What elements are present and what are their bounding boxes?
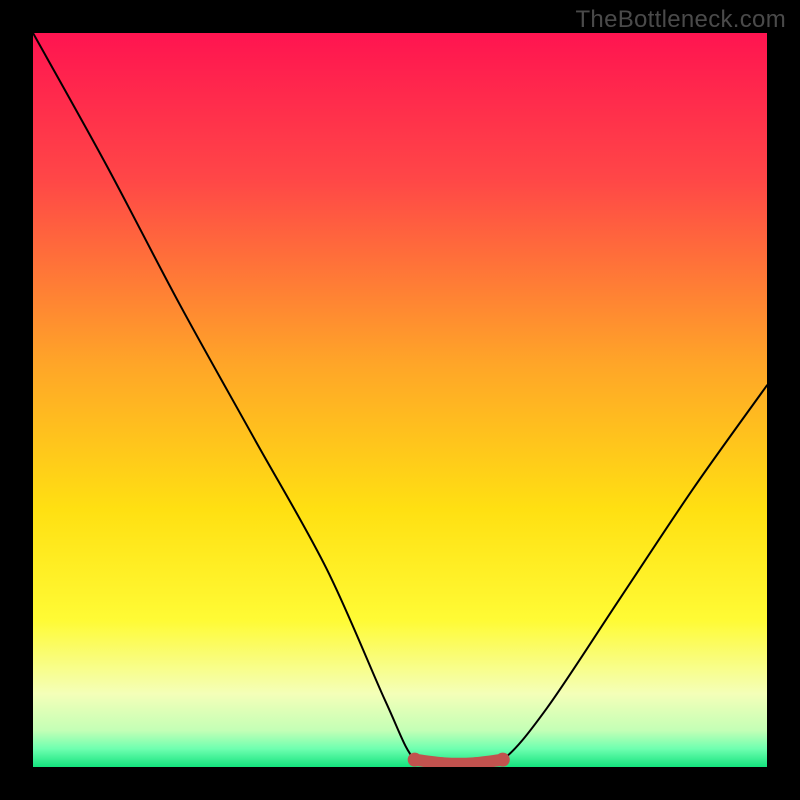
plot-area [33, 33, 767, 767]
watermark-text: TheBottleneck.com [575, 6, 786, 34]
chart-stage: TheBottleneck.com [0, 0, 800, 800]
optimal-zone-marker [33, 33, 767, 767]
